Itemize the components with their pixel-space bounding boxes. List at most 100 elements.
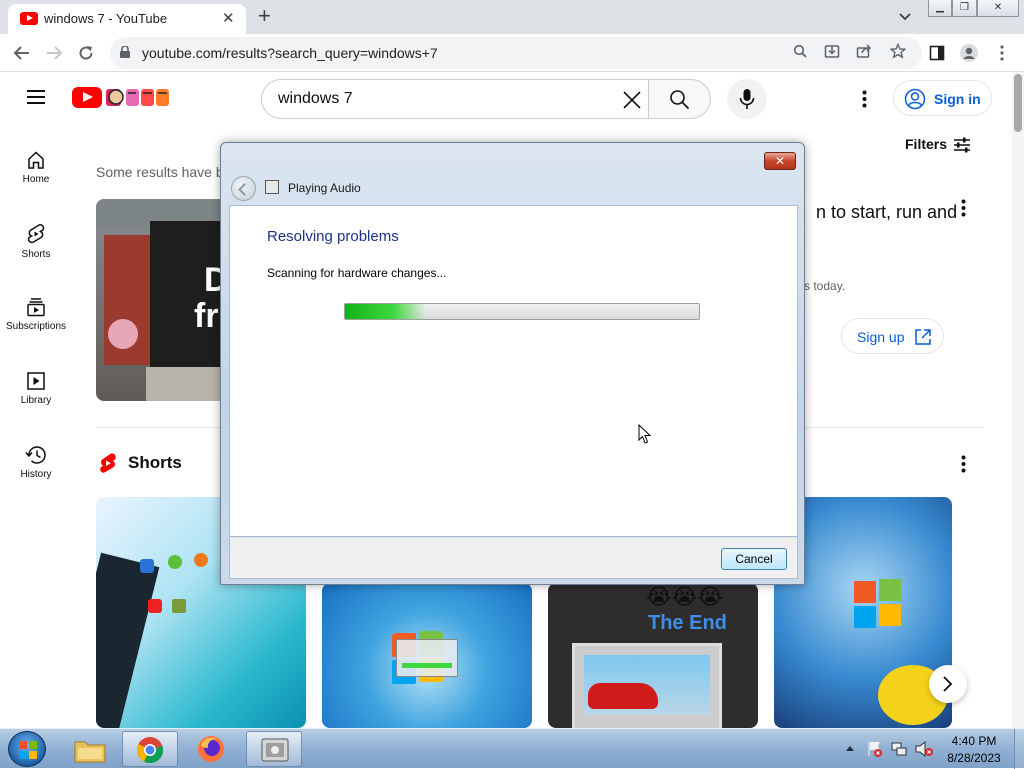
troubleshooter-dialog: ✕ Playing Audio Resolving problems Scann… [220,142,805,585]
profile-avatar-icon[interactable] [958,42,980,64]
ad-thumbnail-text-2: fr [194,297,219,335]
forward-icon[interactable] [43,42,65,64]
short-thumbnail-emoji: 😭😭😭 [646,584,724,609]
new-tab-icon[interactable]: + [258,4,271,28]
search-lens-icon[interactable] [790,43,810,63]
cancel-button[interactable]: Cancel [721,548,787,570]
share-icon[interactable] [854,43,874,63]
install-app-icon[interactable] [822,43,842,63]
search-input[interactable]: windows 7 [261,79,649,119]
shorts-logo-icon [100,453,116,473]
windows-taskbar: 4:40 PM 8/28/2023 [0,728,1024,769]
tab-search-chevron-icon[interactable] [896,7,914,25]
shorts-more-icon[interactable] [961,455,966,473]
guide-item-home[interactable]: Home [0,150,72,185]
search-button[interactable] [648,79,711,119]
volume-muted-icon[interactable] [914,740,934,758]
search-query-text: windows 7 [278,90,353,107]
window-restore-button[interactable]: ❐ [952,0,977,17]
taskbar-explorer-button[interactable] [62,731,118,767]
ad-title-text[interactable]: n to start, run and [816,202,957,223]
microphone-icon [739,89,755,109]
guide-menu-icon[interactable] [27,86,45,108]
bookmark-star-icon[interactable] [888,42,908,63]
firefox-icon [198,736,224,762]
reload-icon[interactable] [75,42,97,64]
youtube-favicon-icon [20,12,38,25]
start-orb-button[interactable] [8,731,46,767]
guide-item-subscriptions[interactable]: Subscriptions [0,297,72,332]
shorts-section-heading: Shorts [128,453,182,472]
show-desktop-button[interactable] [1014,729,1024,769]
network-icon[interactable] [890,740,908,758]
results-notice-text: Some results have b [96,164,224,180]
ad-more-icon[interactable] [961,199,966,217]
lock-icon [120,46,130,58]
taskbar-chrome-button[interactable] [122,731,178,767]
browser-toolbar: youtube.com/results?search_query=windows… [0,34,1024,72]
taskbar-firefox-button[interactable] [184,731,240,767]
filters-label[interactable]: Filters [905,136,947,152]
filters-icon[interactable] [952,135,972,155]
guide-label: Library [20,395,52,406]
browser-menu-icon[interactable] [991,42,1013,64]
window-close-button[interactable]: ✕ [977,0,1019,17]
history-icon [25,446,46,464]
dialog-close-button[interactable]: ✕ [764,152,796,170]
dialog-back-button[interactable] [231,176,256,201]
guide-item-library[interactable]: Library [0,371,72,406]
show-hidden-icons-icon[interactable] [845,744,855,752]
dialog-footer: Cancel [229,537,798,579]
taskbar-troubleshooter-button[interactable] [246,731,302,767]
tab-youtube[interactable]: windows 7 - YouTube ✕ [8,4,246,34]
youtube-doodle-logo-icon[interactable] [104,85,174,109]
ad-sign-up-label: Sign up [857,329,905,345]
dialog-title: Playing Audio [288,181,361,195]
chrome-icon [137,737,164,764]
search-icon [670,90,690,110]
clear-search-icon[interactable] [622,90,642,110]
windows-logo-icon [19,741,37,759]
sign-in-button[interactable]: Sign in [893,80,992,116]
back-icon[interactable] [11,42,33,64]
guide-item-shorts[interactable]: Shorts [0,223,72,260]
subscriptions-icon [27,298,45,317]
action-center-flag-icon[interactable] [866,740,884,758]
clock-date[interactable]: 8/28/2023 [939,751,1009,765]
tab-strip: windows 7 - YouTube ✕ + ▁ ❐ ✕ [0,0,1024,34]
guide-item-history[interactable]: History [0,445,72,480]
short-thumbnail-2[interactable] [322,583,532,728]
guide-label: Subscriptions [5,321,67,332]
scrollbar-thumb[interactable] [1014,74,1022,132]
voice-search-button[interactable] [727,79,767,119]
guide-label: Shorts [21,249,51,260]
page-scrollbar[interactable] [1012,72,1024,728]
ad-sign-up-button[interactable]: Sign up [841,318,944,354]
clock-time[interactable]: 4:40 PM [939,734,1009,748]
url-text: youtube.com/results?search_query=windows… [142,45,438,61]
short-thumbnail-title: The End [648,612,727,634]
address-bar[interactable]: youtube.com/results?search_query=windows… [110,37,922,69]
dialog-heading: Resolving problems [267,228,399,245]
guide-label: Home [22,174,50,185]
home-icon [28,151,44,169]
folder-icon [74,741,106,763]
account-circle-icon [904,88,926,110]
progress-bar-fill [345,304,427,319]
side-panel-icon[interactable] [926,42,948,64]
shorts-next-button[interactable] [929,665,967,703]
youtube-logo-icon[interactable] [72,87,102,108]
sign-in-label: Sign in [934,91,981,107]
settings-more-icon[interactable] [862,90,867,108]
shorts-icon [27,224,45,244]
library-icon [27,372,45,390]
ad-description-text: s today. [804,279,846,293]
window-minimize-button[interactable]: ▁ [928,0,952,17]
tab-close-icon[interactable]: ✕ [222,9,235,27]
progress-bar [344,303,700,320]
troubleshooter-window-icon [261,738,289,762]
mouse-cursor-icon [638,424,652,444]
tab-title: windows 7 - YouTube [44,11,168,26]
short-thumbnail-3[interactable]: 😭😭😭 The End [548,583,758,728]
ad-thumbnail[interactable]: D fr [96,199,226,401]
